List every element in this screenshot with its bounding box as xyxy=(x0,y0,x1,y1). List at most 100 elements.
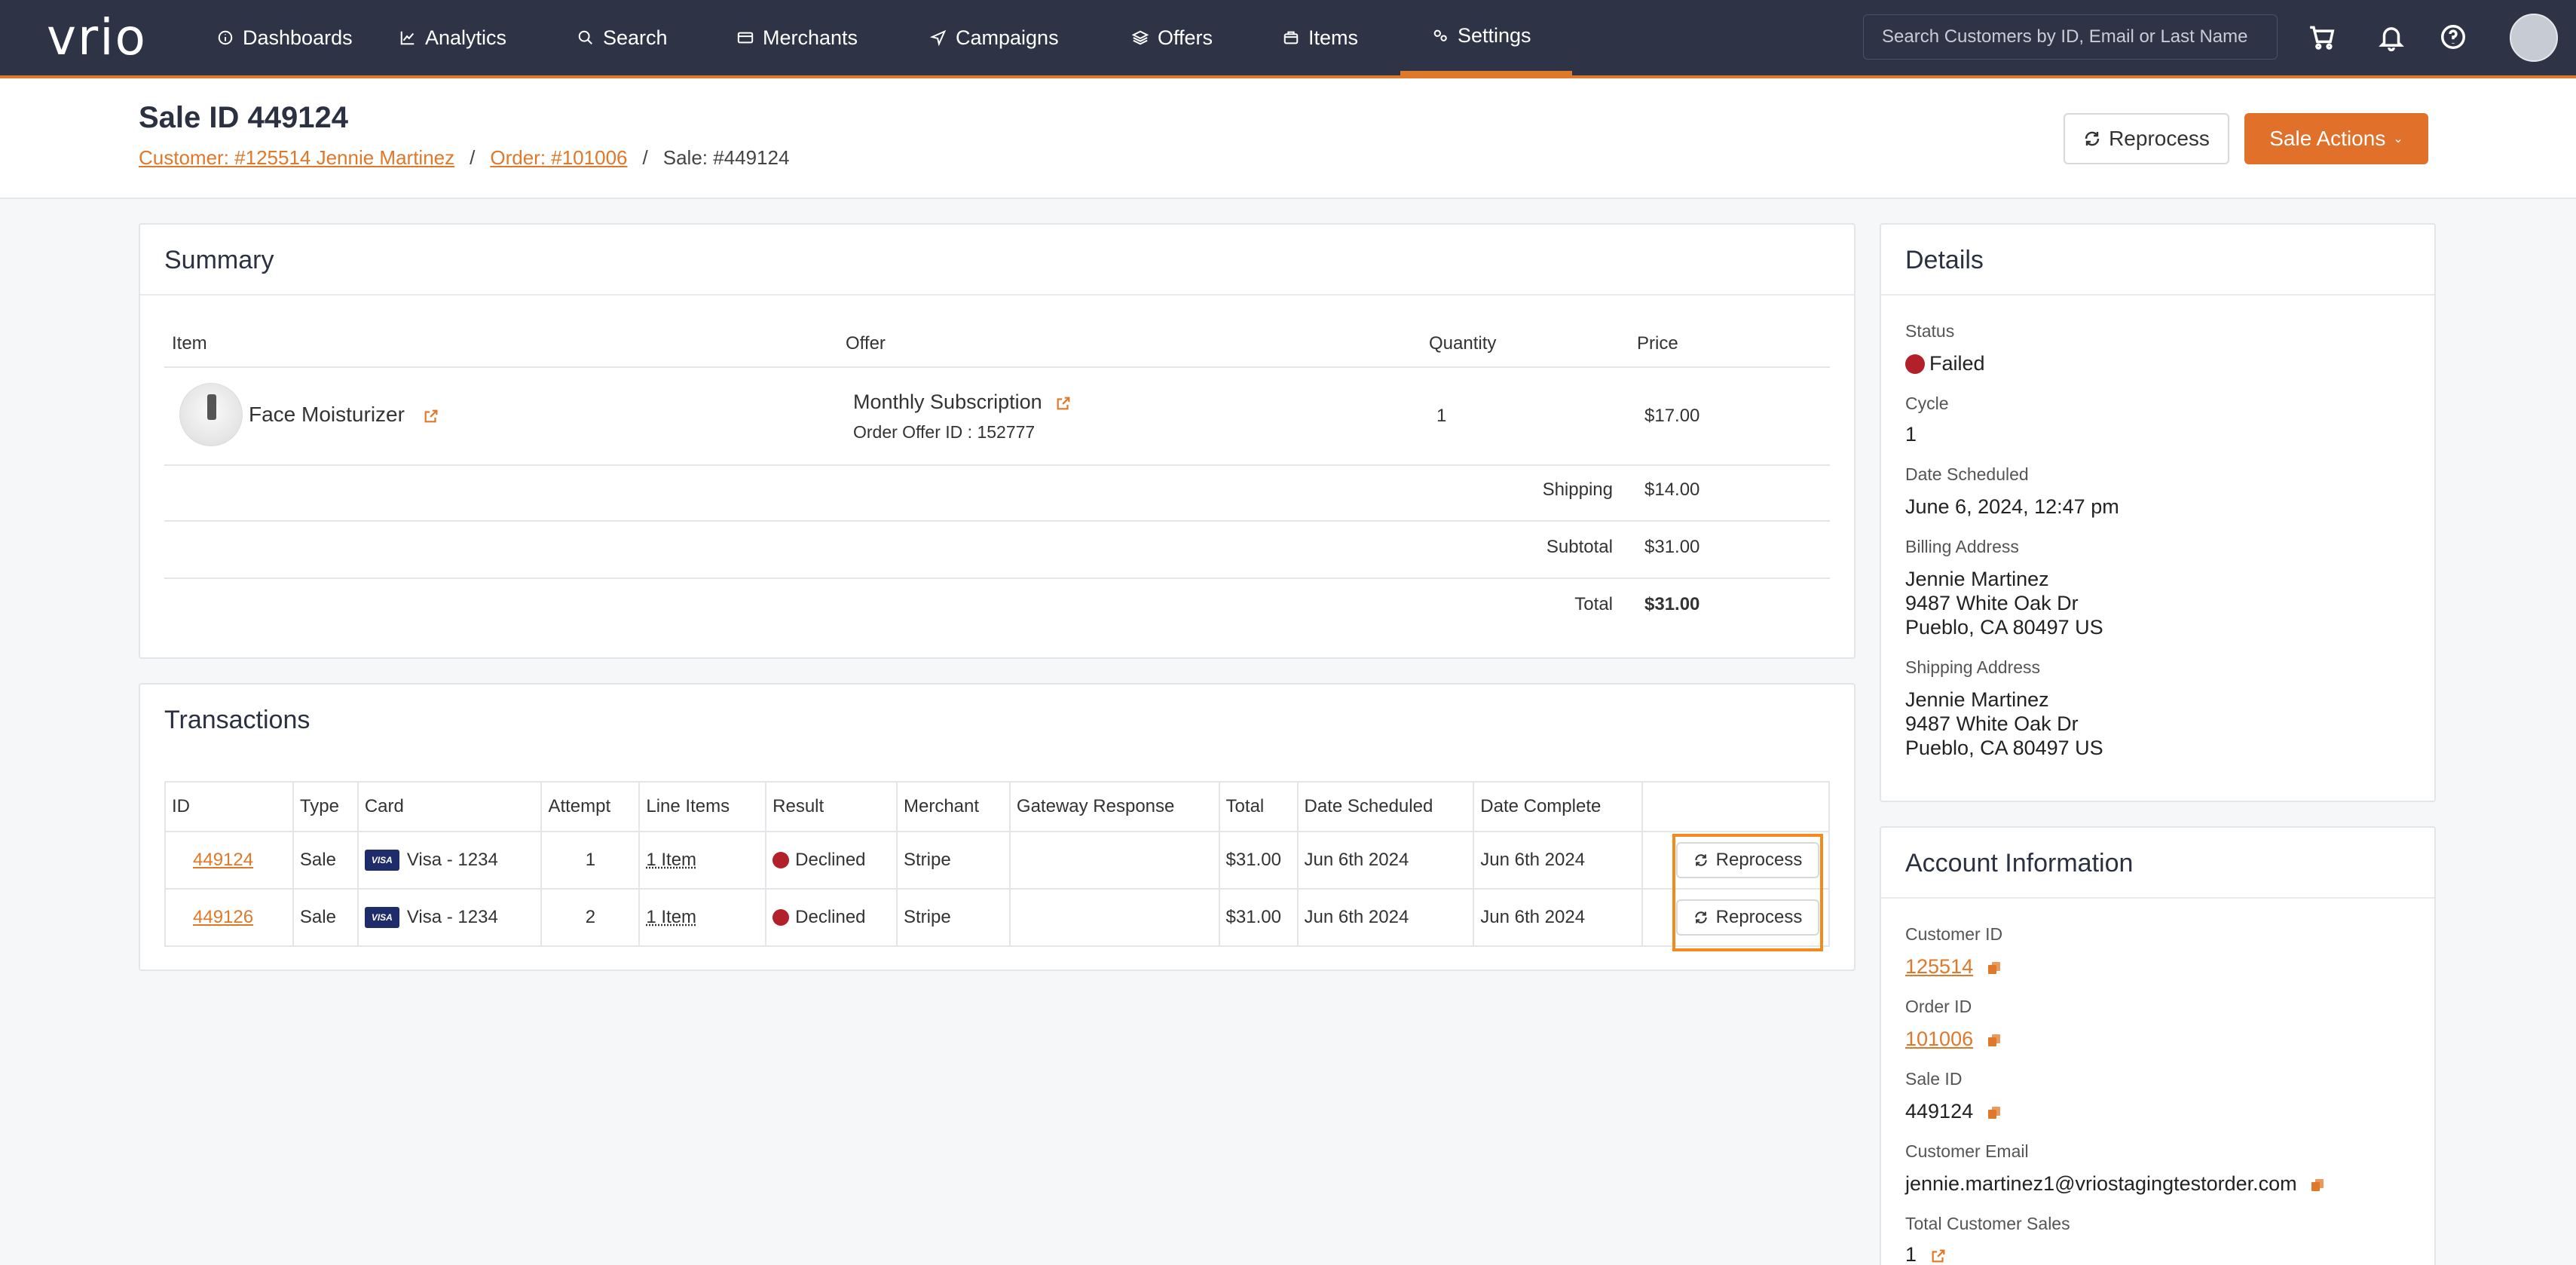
customer-email-value: jennie.martinez1@vriostagingtestorder.co… xyxy=(1905,1172,2297,1195)
merchant: Stripe xyxy=(895,831,1011,890)
box-icon xyxy=(1283,31,1299,44)
status-value: Failed xyxy=(1905,351,1985,375)
transactions-title: Transactions xyxy=(164,706,311,734)
line-chart-icon xyxy=(400,31,415,45)
line-items-link[interactable]: 1 Item xyxy=(646,907,696,927)
summary-card: Summary Item Offer Quantity Price Face M… xyxy=(139,223,1856,659)
transaction-id-link[interactable]: 449124 xyxy=(193,850,253,870)
date-scheduled-value: June 6, 2024, 12:47 pm xyxy=(1905,495,2119,518)
col-line-items: Line Items xyxy=(638,781,767,832)
breadcrumb-sale: Sale: #449124 xyxy=(662,146,790,169)
col-attempt: Attempt xyxy=(540,781,641,832)
nav-offers[interactable]: Offers xyxy=(1132,0,1213,75)
info-circle-icon xyxy=(218,30,233,45)
copy-icon[interactable] xyxy=(1987,960,2002,976)
copy-icon[interactable] xyxy=(1987,1105,2002,1120)
nav-search[interactable]: Search xyxy=(577,0,668,75)
visa-icon: VISA xyxy=(364,907,399,929)
total-value: $31.00 xyxy=(1644,594,1700,614)
transaction-type: Sale xyxy=(292,888,359,947)
failed-status-icon xyxy=(1905,354,1925,374)
col-price: Price xyxy=(1637,333,1678,354)
breadcrumb-customer-link[interactable]: Customer: #125514 Jennie Martinez xyxy=(139,146,454,170)
col-merchant: Merchant xyxy=(895,781,1011,832)
date-scheduled: Jun 6th 2024 xyxy=(1296,831,1475,890)
external-link-icon[interactable] xyxy=(1930,1248,1947,1264)
gears-icon xyxy=(1433,29,1447,41)
divider xyxy=(164,464,1830,466)
account-info-card: Account Information Customer ID 125514 O… xyxy=(1880,826,2436,1265)
subtotal-value: $31.00 xyxy=(1644,537,1700,557)
top-navbar: vrio Dashboards Analytics Search Merchan… xyxy=(0,0,2576,78)
order-id-link[interactable]: 101006 xyxy=(1905,1028,1973,1050)
user-avatar[interactable] xyxy=(2510,14,2558,62)
breadcrumb: Customer: #125514 Jennie Martinez / Orde… xyxy=(139,146,789,170)
date-complete: Jun 6th 2024 xyxy=(1473,831,1644,890)
col-result: Result xyxy=(765,781,898,832)
transaction-id-link[interactable]: 449126 xyxy=(193,907,253,927)
item-name: Face Moisturizer xyxy=(249,403,439,427)
sale-id-row: 449124 xyxy=(1905,1099,2002,1123)
customer-id-label: Customer ID xyxy=(1905,924,2003,944)
card-cell: VISA Visa - 1234 xyxy=(356,831,543,890)
cart-icon[interactable] xyxy=(2308,23,2336,51)
cycle-value: 1 xyxy=(1905,423,1917,446)
customer-email-label: Customer Email xyxy=(1905,1141,2029,1161)
divider xyxy=(164,520,1830,522)
summary-title: Summary xyxy=(164,246,274,274)
copy-icon[interactable] xyxy=(2310,1178,2325,1193)
result-cell: Declined xyxy=(765,831,898,890)
table-row: 449124 Sale VISA Visa - 1234 1 1 Item Dec… xyxy=(164,831,1830,890)
bell-icon[interactable] xyxy=(2377,23,2406,52)
details-card: Details Status Failed Cycle 1 Date Sched… xyxy=(1880,223,2436,802)
divider xyxy=(140,294,1854,296)
nav-merchants[interactable]: Merchants xyxy=(737,0,858,75)
shipping-address: Jennie Martinez 9487 White Oak Dr Pueblo, … xyxy=(1905,688,2103,759)
customer-id-row: 125514 xyxy=(1905,954,2002,979)
date-scheduled-label: Date Scheduled xyxy=(1905,464,2029,484)
reprocess-button[interactable]: Reprocess xyxy=(2064,113,2229,164)
billing-address: Jennie Martinez 9487 White Oak Dr Pueblo, … xyxy=(1905,568,2103,639)
nav-analytics[interactable]: Analytics xyxy=(399,0,506,75)
shipping-value: $14.00 xyxy=(1644,479,1700,500)
transactions-table: ID Type Card Attempt Line Items Result M… xyxy=(164,781,1830,947)
chevron-down-icon: ⌄ xyxy=(2393,133,2403,145)
external-link-icon[interactable] xyxy=(423,408,439,424)
page-title: Sale ID 449124 xyxy=(139,101,348,134)
attempt: 1 xyxy=(540,831,641,890)
vrio-logo[interactable]: vrio xyxy=(47,13,147,63)
sale-id-label: Sale ID xyxy=(1905,1069,1963,1089)
col-date-scheduled: Date Scheduled xyxy=(1296,781,1475,832)
sale-actions-dropdown[interactable]: Sale Actions ⌄ xyxy=(2244,113,2428,164)
declined-status-icon xyxy=(772,852,790,868)
breadcrumb-order-link[interactable]: Order: #101006 xyxy=(490,146,627,170)
date-complete: Jun 6th 2024 xyxy=(1473,888,1644,947)
reprocess-highlight-box xyxy=(1672,834,1823,951)
order-id-label: Order ID xyxy=(1905,997,1972,1016)
nav-settings[interactable]: Settings xyxy=(1400,0,1572,75)
subtotal-label: Subtotal xyxy=(1546,537,1613,557)
visa-icon: VISA xyxy=(364,850,399,871)
details-title: Details xyxy=(1905,246,1984,274)
item-quantity: 1 xyxy=(1436,406,1447,426)
search-icon xyxy=(578,30,592,44)
order-id-row: 101006 xyxy=(1905,1027,2002,1051)
total-customer-sales-label: Total Customer Sales xyxy=(1905,1214,2070,1233)
external-link-icon[interactable] xyxy=(1055,395,1072,412)
status-label: Status xyxy=(1905,321,1955,341)
refresh-icon xyxy=(2085,131,2100,146)
shipping-address-label: Shipping Address xyxy=(1905,657,2041,677)
copy-icon[interactable] xyxy=(1987,1033,2002,1048)
transaction-total: $31.00 xyxy=(1218,831,1299,890)
customer-email-row: jennie.martinez1@vriostagingtestorder.co… xyxy=(1905,1172,2325,1196)
customer-id-link[interactable]: 125514 xyxy=(1905,955,1973,978)
line-items-link[interactable]: 1 Item xyxy=(646,850,696,870)
total-label: Total xyxy=(1574,594,1613,614)
customer-search-input[interactable] xyxy=(1863,14,2278,60)
divider xyxy=(164,577,1830,579)
help-icon[interactable] xyxy=(2439,23,2467,51)
offer-name: Monthly Subscription xyxy=(853,391,1072,414)
nav-dashboards[interactable]: Dashboards xyxy=(217,0,353,75)
nav-campaigns[interactable]: Campaigns xyxy=(930,0,1059,75)
nav-items[interactable]: Items xyxy=(1283,0,1358,75)
